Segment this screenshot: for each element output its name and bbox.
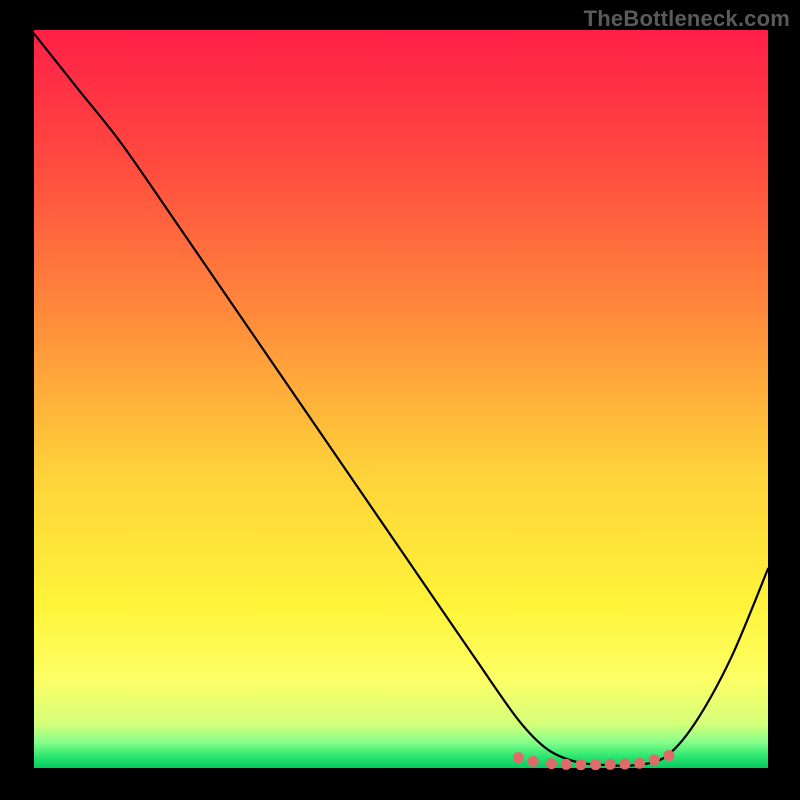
optimal-marker: [590, 759, 601, 770]
optimal-marker: [546, 758, 557, 769]
bottleneck-chart: [0, 0, 800, 800]
optimal-marker: [528, 756, 539, 767]
optimal-marker: [649, 754, 660, 765]
watermark-text: TheBottleneck.com: [584, 6, 790, 32]
optimal-marker: [605, 759, 616, 770]
optimal-marker: [634, 758, 645, 769]
optimal-marker: [561, 759, 572, 770]
plot-background: [34, 30, 768, 768]
optimal-marker: [513, 752, 524, 763]
chart-container: TheBottleneck.com: [0, 0, 800, 800]
optimal-marker: [619, 758, 630, 769]
optimal-marker: [663, 750, 674, 761]
optimal-marker: [575, 759, 586, 770]
